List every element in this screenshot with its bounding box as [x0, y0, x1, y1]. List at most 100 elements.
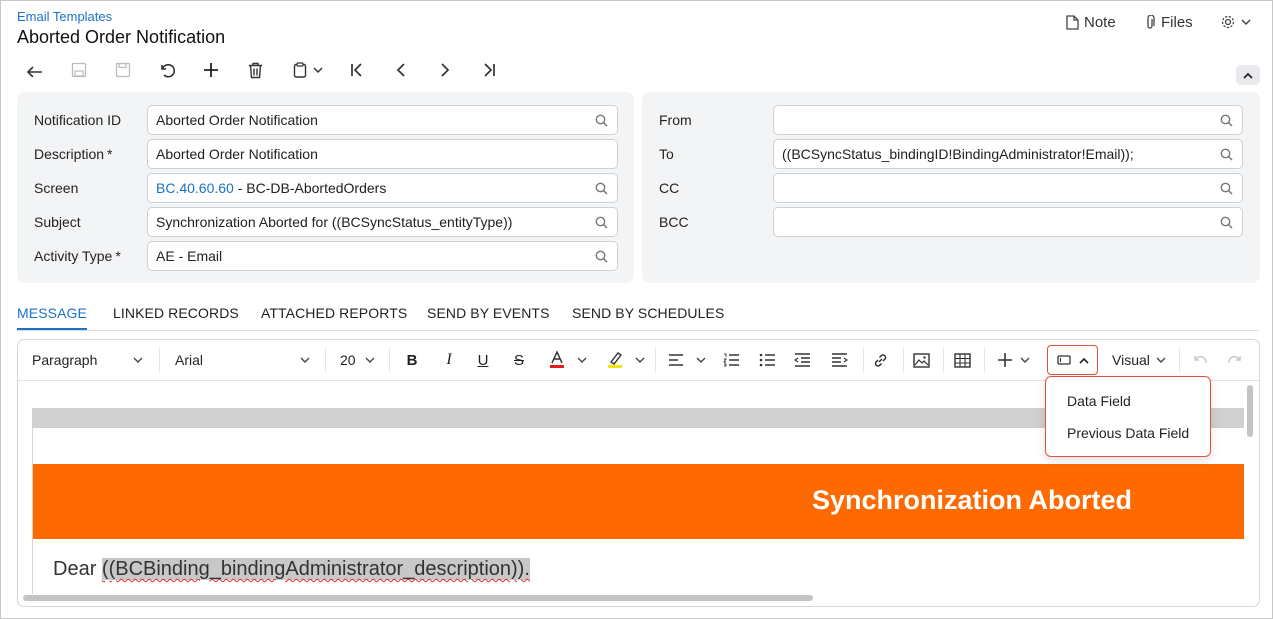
search-icon[interactable]	[1220, 216, 1233, 229]
breadcrumb[interactable]: Email Templates	[17, 9, 112, 24]
description-label: Description *	[34, 146, 113, 162]
to-value: ((BCSyncStatus_bindingID!BindingAdminist…	[782, 146, 1134, 162]
bullet-list-button[interactable]	[759, 350, 776, 370]
cc-label: CC	[659, 180, 680, 196]
first-record-button[interactable]	[344, 58, 370, 82]
notification-id-value: Aborted Order Notification	[156, 112, 318, 128]
font-color-button[interactable]	[549, 350, 587, 370]
chevron-down-icon	[1020, 357, 1030, 363]
description-field[interactable]: Aborted Order Notification	[147, 139, 618, 169]
save-close-button[interactable]	[66, 58, 92, 82]
copy-paste-menu[interactable]	[288, 58, 328, 82]
banner-title: Synchronization Aborted	[811, 485, 1132, 515]
chevron-down-icon	[300, 357, 310, 363]
bcc-label: BCC	[659, 214, 689, 230]
insert-data-field-button[interactable]	[1047, 345, 1098, 375]
search-icon[interactable]	[595, 182, 608, 195]
notification-id-field[interactable]: Aborted Order Notification	[147, 105, 618, 135]
chevron-down-icon	[1241, 18, 1251, 25]
last-record-icon	[484, 63, 495, 77]
bullet-list-icon	[759, 353, 775, 367]
strikethrough-icon: S	[513, 351, 524, 369]
files-button[interactable]: Files	[1144, 14, 1193, 31]
delete-button[interactable]	[242, 58, 268, 82]
vertical-scrollbar[interactable]	[1247, 385, 1253, 437]
horizontal-scrollbar[interactable]	[23, 595, 813, 601]
insert-more-button[interactable]	[997, 350, 1030, 370]
image-button[interactable]	[913, 350, 930, 370]
strikethrough-button[interactable]: S	[512, 350, 526, 370]
tab-attached-reports[interactable]: ATTACHED REPORTS	[261, 305, 407, 321]
first-record-icon	[351, 63, 362, 77]
bcc-field[interactable]	[773, 207, 1243, 237]
editor-mode-select[interactable]: Visual	[1112, 350, 1166, 370]
search-icon[interactable]	[1220, 182, 1233, 195]
bold-button[interactable]: B	[405, 350, 419, 370]
tab-message[interactable]: MESSAGE	[17, 305, 87, 330]
highlight-color-button[interactable]	[607, 350, 645, 370]
activity-type-label: Activity Type *	[34, 248, 121, 264]
bold-icon: B	[406, 351, 418, 369]
paragraph-select[interactable]: Paragraph	[32, 350, 143, 370]
numbered-list-button[interactable]	[723, 350, 740, 370]
cc-field[interactable]	[773, 173, 1243, 203]
table-button[interactable]	[954, 350, 971, 370]
field-icon	[1056, 355, 1071, 365]
back-icon	[26, 66, 42, 77]
tab-send-by-events[interactable]: SEND BY EVENTS	[427, 305, 550, 321]
delete-icon	[248, 62, 262, 78]
from-label: From	[659, 112, 692, 128]
prev-record-button[interactable]	[388, 58, 414, 82]
to-field[interactable]: ((BCSyncStatus_bindingID!BindingAdminist…	[773, 139, 1243, 169]
screen-id-link[interactable]: BC.40.60.60	[156, 180, 234, 196]
search-icon[interactable]	[1220, 148, 1233, 161]
menu-item-data-field[interactable]: Data Field	[1067, 393, 1131, 409]
last-record-button[interactable]	[476, 58, 502, 82]
screen-field[interactable]: BC.40.60.60 - BC-DB-AbortedOrders	[147, 173, 618, 203]
save-icon	[115, 62, 131, 78]
insert-data-field-menu: Data Field Previous Data Field	[1045, 376, 1211, 457]
subject-field[interactable]: Synchronization Aborted for ((BCSyncStat…	[147, 207, 618, 237]
files-label: Files	[1161, 14, 1193, 31]
redo-icon	[1228, 355, 1241, 364]
tab-linked-records[interactable]: LINKED RECORDS	[113, 305, 239, 321]
save-button[interactable]	[110, 58, 136, 82]
link-button[interactable]	[872, 350, 889, 370]
summary-panel-left: Notification ID Aborted Order Notificati…	[17, 92, 634, 283]
highlighter-icon	[608, 352, 623, 368]
menu-item-previous-data-field[interactable]: Previous Data Field	[1067, 425, 1189, 441]
search-icon[interactable]	[595, 250, 608, 263]
font-family-select[interactable]: Arial	[175, 350, 310, 370]
italic-icon: I	[446, 351, 452, 368]
from-field[interactable]	[773, 105, 1243, 135]
data-field-placeholder[interactable]: ((BCBinding_bindingAdministrator_descrip…	[101, 558, 530, 580]
font-color-icon	[550, 351, 564, 368]
indent-button[interactable]	[831, 350, 848, 370]
search-icon[interactable]	[595, 114, 608, 127]
tab-send-by-schedules[interactable]: SEND BY SCHEDULES	[572, 305, 724, 321]
collapse-button[interactable]	[1236, 65, 1260, 85]
font-size-select[interactable]: 20	[340, 350, 375, 370]
search-icon[interactable]	[1220, 114, 1233, 127]
italic-button[interactable]: I	[442, 350, 456, 370]
editor-undo-button[interactable]	[1191, 350, 1208, 370]
chevron-down-icon	[696, 357, 706, 363]
next-record-button[interactable]	[432, 58, 458, 82]
plus-icon	[998, 353, 1012, 367]
activity-type-field[interactable]: AE - Email	[147, 241, 618, 271]
note-button[interactable]: Note	[1066, 14, 1116, 31]
add-button[interactable]	[198, 58, 224, 82]
clipboard-icon	[293, 62, 307, 78]
align-button[interactable]	[668, 350, 706, 370]
back-button[interactable]	[22, 58, 48, 82]
outdent-button[interactable]	[794, 350, 811, 370]
underline-button[interactable]: U	[476, 350, 490, 370]
undo-button[interactable]	[154, 58, 180, 82]
search-icon[interactable]	[595, 216, 608, 229]
editor-redo-button[interactable]	[1227, 350, 1244, 370]
chevron-right-icon	[441, 63, 450, 77]
page-title: Aborted Order Notification	[17, 27, 226, 47]
subject-label: Subject	[34, 214, 81, 230]
indent-icon	[832, 353, 848, 367]
settings-menu[interactable]	[1220, 14, 1256, 30]
